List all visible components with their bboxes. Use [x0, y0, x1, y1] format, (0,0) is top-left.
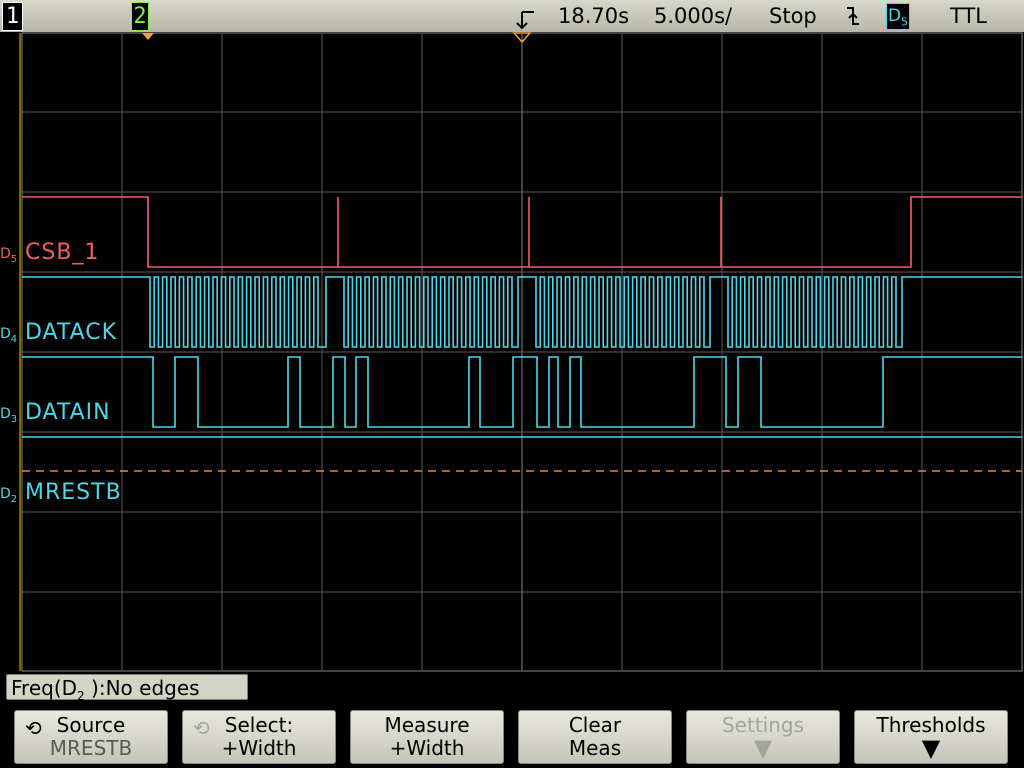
- timebase: 5.000s/: [654, 4, 733, 28]
- status-bar: 1 2 18.70s 5.000s/ Stop D5 TTL: [0, 0, 1024, 32]
- softkey-value: +Width: [389, 736, 465, 760]
- softkey-value: +Width: [221, 736, 297, 760]
- trigger-level: TTL: [950, 4, 987, 28]
- softkey-label: Source: [56, 713, 126, 737]
- waveform-display[interactable]: [0, 32, 1024, 672]
- measure-softkey[interactable]: Measure +Width: [350, 710, 504, 764]
- softkey-label: Select:: [224, 713, 294, 737]
- channel-2-indicator[interactable]: 2: [131, 2, 149, 31]
- softkey-value: MRESTB: [49, 736, 133, 760]
- entry-knob-icon: ⟲: [25, 716, 42, 740]
- channel-1-indicator[interactable]: 1: [2, 2, 23, 31]
- trigger-source[interactable]: D5: [886, 3, 910, 30]
- channel-d3-label: DATAIN: [25, 400, 111, 425]
- submenu-arrow-icon: ▼: [921, 734, 941, 762]
- falling-edge-icon: [847, 7, 859, 25]
- source-softkey[interactable]: ⟲ Source MRESTB: [14, 710, 168, 764]
- channel-d2-id: D2: [0, 486, 18, 505]
- clear-meas-softkey[interactable]: Clear Meas: [518, 710, 672, 764]
- settings-softkey[interactable]: Settings ▼: [686, 710, 840, 764]
- thresholds-softkey[interactable]: Thresholds ▼: [854, 710, 1008, 764]
- time-reference: 18.70s: [558, 4, 630, 28]
- channel-d2-label: MRESTB: [25, 480, 122, 505]
- channel-d4-label: DATACK: [25, 320, 118, 345]
- run-state: Stop: [769, 4, 817, 28]
- channel-d5-id: D5: [0, 246, 18, 265]
- softkey-label: Measure: [384, 713, 470, 737]
- submenu-arrow-icon: ▼: [753, 734, 773, 762]
- channel-d4-id: D4: [0, 326, 18, 345]
- softkey-label: Clear: [568, 713, 622, 737]
- channel-d5-label: CSB_1: [25, 240, 100, 265]
- measurement-readout: Freq(D2 ):No edges: [6, 674, 248, 703]
- channel-d3-id: D3: [0, 406, 18, 425]
- entry-knob-icon: ⟲: [193, 716, 210, 740]
- select-softkey[interactable]: ⟲ Select: +Width: [182, 710, 336, 764]
- trigger-position-icon: [516, 11, 534, 30]
- softkey-value: Meas: [568, 736, 622, 760]
